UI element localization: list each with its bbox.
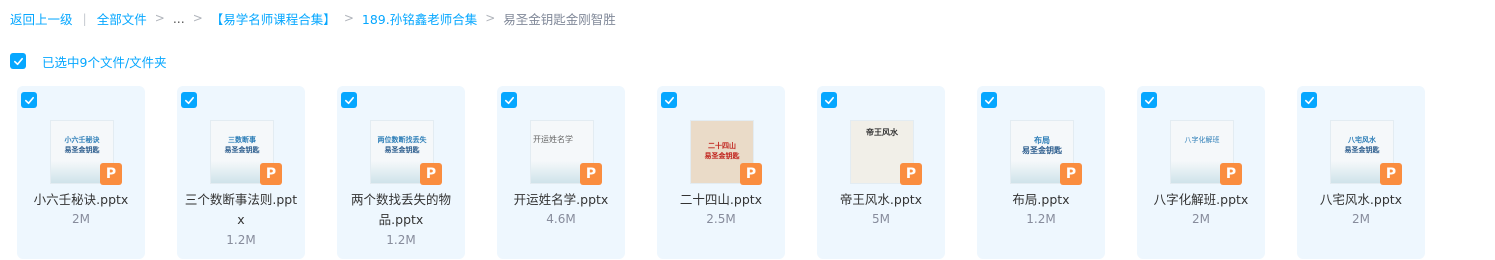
file-checkbox[interactable] [181,92,197,108]
breadcrumb-divider: | [82,10,87,26]
ppt-icon: P [1380,163,1402,185]
file-card[interactable]: 八宅风水 易圣金钥匙 P 八宅风水.pptx 2M [1297,86,1425,259]
chevron-right-icon: > [154,11,165,25]
thumbnail-title: 布局 [1034,135,1050,145]
checkmark-icon [184,96,194,104]
ppt-icon: P [1060,163,1082,185]
file-name[interactable]: 八宅风水.pptx [1303,190,1419,210]
file-card[interactable]: 二十四山 易圣金钥匙 P 二十四山.pptx 2.5M [657,86,785,259]
file-checkbox[interactable] [341,92,357,108]
file-card[interactable]: 三数断事 易圣金钥匙 P 三个数断事法则.pptx 1.2M [177,86,305,259]
file-name[interactable]: 小六壬秘诀.pptx [23,190,139,210]
thumbnail-title: 帝王风水 [866,127,898,137]
file-card[interactable]: 开运姓名学 P 开运姓名学.pptx 4.6M [497,86,625,259]
thumbnail-subtitle: 易圣金钥匙 [64,145,100,154]
file-card[interactable]: 八字化解班 P 八字化解班.pptx 2M [1137,86,1265,259]
file-name[interactable]: 八字化解班.pptx [1143,190,1259,210]
file-name[interactable]: 三个数断事法则.pptx [183,190,299,230]
thumbnail-title: 小六壬秘诀 [64,135,100,144]
breadcrumb: 返回上一级 | 全部文件 > ... > 【易学名师课程合集】 > 189.孙铭… [10,9,616,27]
chevron-right-icon: > [485,11,496,25]
file-size: 2.5M [706,212,736,226]
breadcrumb-ellipsis[interactable]: ... [173,11,185,26]
ppt-icon: P [900,163,922,185]
breadcrumb-all-files[interactable]: 全部文件 [97,9,147,28]
file-card[interactable]: 布局 易圣金钥匙 P 布局.pptx 1.2M [977,86,1105,259]
checkmark-icon [1304,96,1314,104]
thumbnail-title: 两位数断找丢失 [377,135,427,144]
ppt-icon: P [100,163,122,185]
ppt-icon: P [260,163,282,185]
selection-count: 已选中9个文件/文件夹 [42,54,167,70]
file-checkbox[interactable] [661,92,677,108]
file-size: 2M [72,212,90,226]
checkmark-icon [984,96,994,104]
breadcrumb-folder-1[interactable]: 【易学名师课程合集】 [211,9,336,28]
file-name[interactable]: 布局.pptx [983,190,1099,210]
checkmark-icon [24,96,34,104]
file-checkbox[interactable] [981,92,997,108]
breadcrumb-folder-2[interactable]: 189.孙铭鑫老师合集 [362,9,477,28]
breadcrumb-current: 易圣金钥匙金刚智胜 [503,11,616,27]
checkmark-icon [664,96,674,104]
file-checkbox[interactable] [1301,92,1317,108]
checkmark-icon [824,96,834,104]
thumbnail-title: 三数断事 [228,135,256,144]
file-name[interactable]: 开运姓名学.pptx [503,190,619,210]
file-name[interactable]: 两个数找丢失的物品.pptx [343,190,459,230]
file-size: 1.2M [1026,212,1056,226]
checkmark-icon [13,57,23,65]
chevron-right-icon: > [343,11,354,25]
selection-bar: 已选中9个文件/文件夹 [10,53,167,70]
checkmark-icon [344,96,354,104]
file-size: 2M [1352,212,1370,226]
thumbnail-title: 开运姓名学 [533,135,573,144]
thumbnail-subtitle: 易圣金钥匙 [704,151,740,160]
thumbnail-title: 八字化解班 [1184,136,1220,144]
file-size: 1.2M [386,233,416,247]
ppt-icon: P [740,163,762,185]
file-card[interactable]: 小六壬秘诀 易圣金钥匙 P 小六壬秘诀.pptx 2M [17,86,145,259]
thumbnail-title: 八宅风水 [1348,135,1376,144]
file-card[interactable]: 两位数断找丢失 易圣金钥匙 P 两个数找丢失的物品.pptx 1.2M [337,86,465,259]
file-size: 1.2M [226,233,256,247]
chevron-right-icon: > [192,11,203,25]
select-all-checkbox[interactable] [10,53,26,69]
checkmark-icon [1144,96,1154,104]
thumbnail-subtitle: 易圣金钥匙 [384,145,420,154]
back-link[interactable]: 返回上一级 [10,9,73,28]
thumbnail-subtitle: 易圣金钥匙 [1022,145,1062,155]
ppt-icon: P [580,163,602,185]
file-name[interactable]: 帝王风水.pptx [823,190,939,210]
checkmark-icon [504,96,514,104]
file-card[interactable]: 帝王风水 P 帝王风水.pptx 5M [817,86,945,259]
file-checkbox[interactable] [21,92,37,108]
file-grid: 小六壬秘诀 易圣金钥匙 P 小六壬秘诀.pptx 2M 三数断事 易圣金钥匙 P 三… [17,86,1425,259]
file-size: 4.6M [546,212,576,226]
ppt-icon: P [420,163,442,185]
file-name[interactable]: 二十四山.pptx [663,190,779,210]
thumbnail-subtitle: 易圣金钥匙 [1344,145,1380,154]
file-size: 5M [872,212,890,226]
ppt-icon: P [1220,163,1242,185]
file-checkbox[interactable] [821,92,837,108]
file-checkbox[interactable] [1141,92,1157,108]
thumbnail-subtitle: 易圣金钥匙 [224,145,260,154]
file-size: 2M [1192,212,1210,226]
thumbnail-title: 二十四山 [708,141,736,150]
file-checkbox[interactable] [501,92,517,108]
